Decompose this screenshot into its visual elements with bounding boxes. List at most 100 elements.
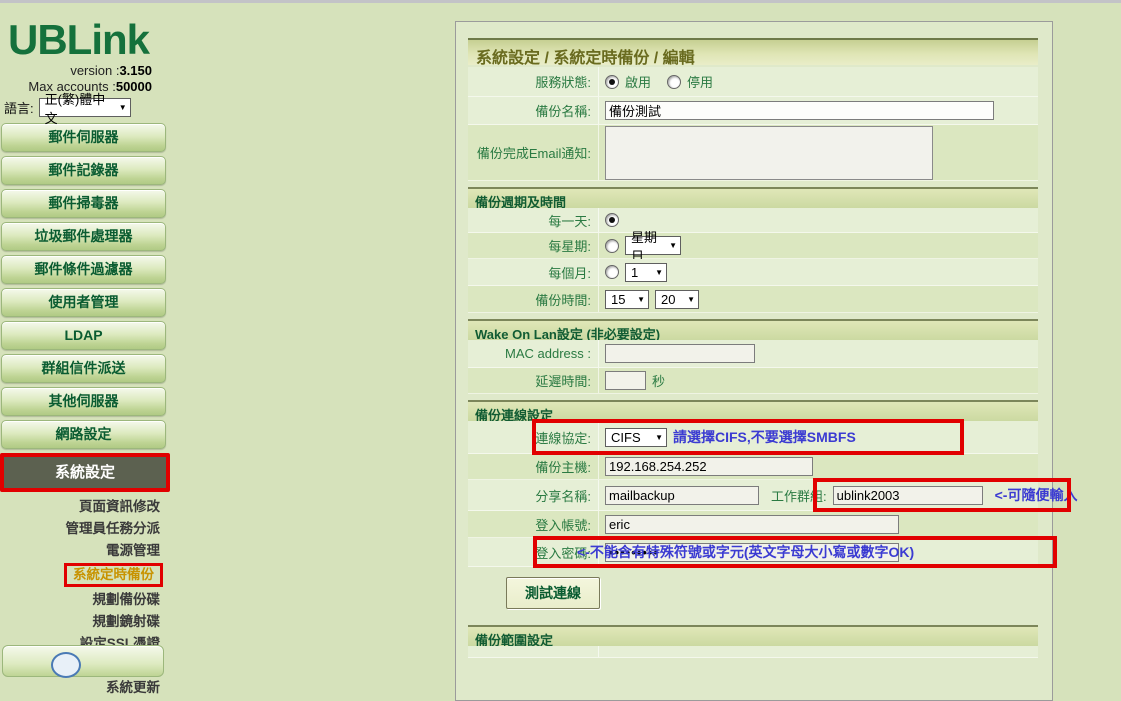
language-selected-value: 正(繁)體中文 (45, 89, 112, 127)
breadcrumb: 系統設定 / 系統定時備份 / 編輯 (468, 38, 1038, 65)
chevron-down-icon: ▼ (637, 295, 645, 304)
mac-address-row: MAC address : (468, 340, 1038, 368)
section-header-schedule: 備份週期及時間 (468, 187, 1038, 208)
day-of-month-value: 1 (631, 265, 638, 280)
sidebar-item-spam-handler[interactable]: 垃圾郵件處理器 (1, 222, 166, 251)
login-password-row: 登入密碼: <-不能含有特殊符號或字元(英文字母大小寫或數字OK) (468, 538, 1038, 567)
sidebar-item-ldap[interactable]: LDAP (1, 321, 166, 350)
delay-unit-label: 秒 (652, 371, 665, 390)
submenu-scheduled-backup[interactable]: 系統定時備份 (64, 563, 163, 587)
backup-minute-value: 20 (661, 292, 675, 307)
submenu-mirror-disk[interactable]: 規劃鏡射碟 (90, 611, 164, 633)
sidebar-item-mail-server[interactable]: 郵件伺服器 (1, 123, 166, 152)
section-header-connection: 備份連線設定 (468, 400, 1038, 421)
content-panel: 系統設定 / 系統定時備份 / 編輯 服務狀態: 啟用 停用 備份名稱: 備份完… (455, 21, 1053, 701)
mac-address-input[interactable] (605, 344, 755, 363)
backup-host-label: 備份主機: (468, 454, 599, 479)
chevron-down-icon: ▼ (655, 268, 663, 277)
day-of-month-select[interactable]: 1 ▼ (625, 263, 667, 282)
login-account-row: 登入帳號: (468, 511, 1038, 538)
submenu-backup-disk[interactable]: 規劃備份碟 (90, 589, 164, 611)
protocol-selected-value: CIFS (611, 430, 641, 445)
backup-hour-value: 15 (611, 292, 625, 307)
workgroup-label: 工作群組: (771, 486, 827, 505)
protocol-select[interactable]: CIFS ▼ (605, 428, 667, 447)
delay-row: 延遲時間: 秒 (468, 368, 1038, 394)
service-disabled-radio[interactable] (667, 75, 681, 89)
protocol-row: 連線協定: CIFS ▼ 請選擇CIFS,不要選擇SMBFS (468, 421, 1038, 454)
sidebar-item-group-mail[interactable]: 群組信件派送 (1, 354, 166, 383)
sidebar-item-system-settings[interactable]: 系統設定 (0, 453, 170, 492)
share-name-input[interactable] (605, 486, 759, 505)
chevron-down-icon: ▼ (655, 433, 663, 442)
sidebar-item-mail-logger[interactable]: 郵件記錄器 (1, 156, 166, 185)
sidebar-item-user-management[interactable]: 使用者管理 (1, 288, 166, 317)
submenu-page-info[interactable]: 頁面資訊修改 (76, 496, 163, 518)
login-account-label: 登入帳號: (468, 511, 599, 537)
sidebar-item-other-servers[interactable]: 其他伺服器 (1, 387, 166, 416)
version-label: version : (70, 63, 119, 78)
submenu-admin-tasks[interactable]: 管理員任務分派 (63, 518, 164, 540)
scope-partial-label (468, 646, 599, 657)
service-enabled-label: 啟用 (625, 72, 651, 91)
service-status-row: 服務狀態: 啟用 停用 (468, 67, 1038, 97)
backup-host-input[interactable] (605, 457, 813, 476)
weekly-label: 每星期: (468, 233, 599, 258)
chevron-down-icon: ▼ (119, 103, 127, 112)
version-line: version :3.150 (0, 63, 170, 79)
backup-name-row: 備份名稱: (468, 97, 1038, 125)
service-status-label: 服務狀態: (468, 67, 599, 96)
weekday-select[interactable]: 星期日 ▼ (625, 236, 681, 255)
sidebar-item-mail-antivirus[interactable]: 郵件掃毒器 (1, 189, 166, 218)
share-name-label: 分享名稱: (468, 480, 599, 510)
share-workgroup-row: 分享名稱: 工作群組: <-可隨便輸入 (468, 480, 1038, 511)
backup-name-label: 備份名稱: (468, 97, 599, 124)
sidebar-item-network-settings[interactable]: 網路設定 (1, 420, 166, 449)
monthly-radio[interactable] (605, 265, 619, 279)
submenu-power-management[interactable]: 電源管理 (103, 540, 163, 562)
status-circle-icon (51, 652, 81, 678)
delay-label: 延遲時間: (468, 368, 599, 393)
email-notify-textarea[interactable] (605, 126, 933, 180)
login-password-hint: <-不能含有特殊符號或字元(英文字母大小寫或數字OK) (577, 542, 914, 562)
weekly-row: 每星期: 星期日 ▼ (468, 233, 1038, 259)
backup-hour-select[interactable]: 15 ▼ (605, 290, 649, 309)
backup-time-label: 備份時間: (468, 286, 599, 312)
test-connection-button[interactable]: 測試連線 (506, 577, 600, 609)
weekly-radio[interactable] (605, 239, 619, 253)
workgroup-hint: <-可隨便輸入 (995, 485, 1078, 505)
daily-row: 每一天: (468, 208, 1038, 233)
chevron-down-icon: ▼ (669, 241, 677, 250)
backup-time-row: 備份時間: 15 ▼ 20 ▼ (468, 286, 1038, 313)
sidebar-bottom-button[interactable] (2, 645, 164, 677)
monthly-label: 每個月: (468, 259, 599, 285)
max-accounts-value: 50000 (116, 79, 152, 94)
sidebar: UBLink version :3.150 Max accounts :5000… (0, 3, 170, 699)
login-account-input[interactable] (605, 515, 899, 534)
chevron-down-icon: ▼ (687, 295, 695, 304)
sidebar-item-mail-filter[interactable]: 郵件條件過濾器 (1, 255, 166, 284)
backup-minute-select[interactable]: 20 ▼ (655, 290, 699, 309)
test-connection-area: 測試連線 (468, 567, 1038, 619)
version-value: 3.150 (119, 63, 152, 78)
daily-label: 每一天: (468, 208, 599, 232)
delay-input[interactable] (605, 371, 646, 390)
workgroup-input[interactable] (833, 486, 983, 505)
service-disabled-label: 停用 (687, 72, 713, 91)
submenu-system-update[interactable]: 系統更新 (103, 677, 163, 699)
section-header-wol: Wake On Lan設定 (非必要設定) (468, 319, 1038, 340)
protocol-hint: 請選擇CIFS,不要選擇SMBFS (673, 427, 856, 447)
service-enabled-radio[interactable] (605, 75, 619, 89)
backup-name-input[interactable] (605, 101, 994, 120)
language-label: 語言: (4, 98, 34, 117)
backup-host-row: 備份主機: (468, 454, 1038, 480)
protocol-label: 連線協定: (468, 421, 599, 453)
email-notify-label: 備份完成Email通知: (468, 125, 599, 180)
ublink-logo: UBLink (8, 17, 170, 63)
language-select[interactable]: 正(繁)體中文 ▼ (39, 98, 131, 117)
email-notify-row: 備份完成Email通知: (468, 125, 1038, 181)
mac-address-label: MAC address : (468, 340, 599, 367)
daily-radio[interactable] (605, 213, 619, 227)
section-header-scope: 備份範圍設定 (468, 625, 1038, 646)
scope-row-partial (468, 646, 1038, 658)
